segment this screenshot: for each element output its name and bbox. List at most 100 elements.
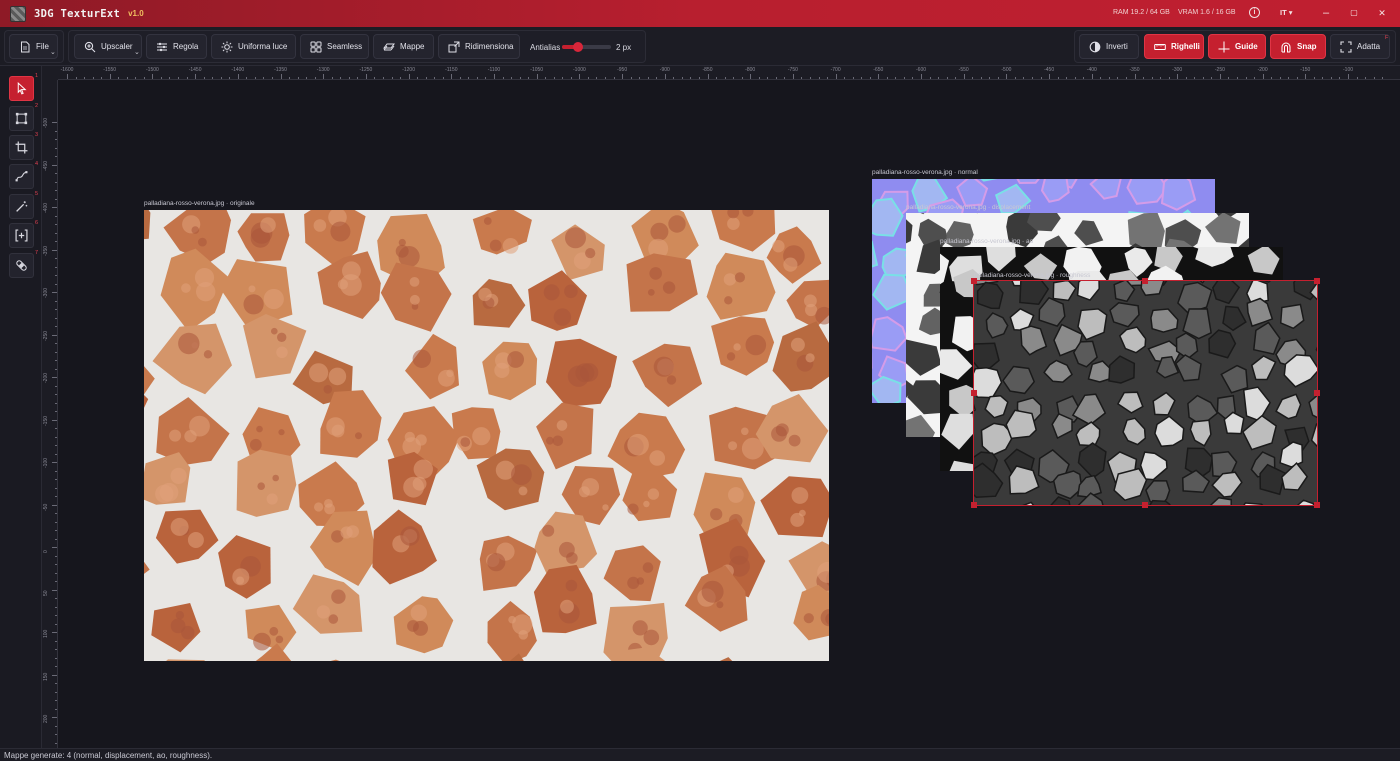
chevron-down-icon[interactable]: ⌄: [50, 48, 56, 56]
ruler-tick: [425, 77, 427, 79]
ruler-tick: [476, 77, 478, 79]
ruler-tick: [1356, 77, 1358, 79]
ruler-tick: [630, 77, 632, 79]
roughness-map-image: [974, 281, 1317, 505]
ruler-tick: [408, 74, 410, 79]
maximize-button[interactable]: ▢: [1346, 5, 1362, 21]
ruler-tick: [55, 564, 57, 565]
ruler-tick: [417, 77, 419, 79]
ruler-tick: [55, 275, 57, 276]
tool-fit[interactable]: 6: [9, 220, 38, 248]
ruler-tick: [553, 77, 555, 79]
ruler-tick: [55, 742, 57, 744]
ruler-tick: [972, 77, 974, 79]
uniforma-luce-button[interactable]: Uniforma luce: [211, 34, 296, 59]
resize-handle-bottom[interactable]: [1142, 502, 1148, 508]
ruler-tick: [1382, 77, 1384, 79]
ruler-tick: [280, 74, 282, 79]
ruler-tick: [340, 77, 342, 79]
tool-warp[interactable]: 4: [9, 161, 38, 189]
ruler-tick: [55, 428, 57, 429]
ruler-tick: [52, 504, 57, 506]
regola-button[interactable]: Regola: [146, 34, 207, 59]
workspace-canvas[interactable]: palladiana-rosso-verona.jpg · originale …: [58, 80, 1400, 748]
ruler-tick: [109, 74, 111, 79]
regola-label: Regola: [173, 42, 199, 51]
snap-toggle[interactable]: Snap: [1270, 34, 1326, 59]
resize-handle-top-right[interactable]: [1314, 278, 1320, 284]
seamless-button[interactable]: Seamless: [300, 34, 369, 59]
ruler-tick: [400, 77, 402, 79]
resize-handle-top-left[interactable]: [971, 278, 977, 284]
ruler-tick: [101, 77, 103, 79]
righelli-toggle[interactable]: Righelli: [1144, 34, 1204, 59]
ruler-tick: [1100, 77, 1102, 79]
ruler-tick: [938, 77, 940, 79]
tool-select[interactable]: 1: [9, 73, 38, 101]
ruler-tick: [55, 173, 57, 174]
ruler-tick: [271, 77, 273, 79]
ruler-tick: [55, 530, 57, 531]
original-texture-layer[interactable]: [144, 210, 829, 661]
ruler-tick: [55, 385, 57, 387]
ruler-tick: [52, 717, 57, 718]
info-icon[interactable]: i: [1249, 7, 1260, 18]
ruler-label: -300: [1172, 67, 1183, 73]
ruler-tick: [212, 77, 214, 79]
chevron-down-icon[interactable]: ⌄: [134, 48, 140, 56]
resize-icon: [448, 41, 460, 53]
ruler-tick: [52, 292, 57, 293]
ruler-tick: [570, 77, 572, 79]
ruler-tick: [52, 249, 57, 251]
horizontal-ruler[interactable]: -1600 -1550 -1500 -1450 -1400 -1350 -1300 -1250…: [58, 66, 1400, 80]
antialias-slider[interactable]: [562, 45, 611, 49]
inverti-button[interactable]: Inverti: [1079, 34, 1139, 59]
roughness-map-layer[interactable]: [973, 280, 1318, 506]
upscaler-button[interactable]: Upscaler: [74, 34, 142, 59]
ruler-tick: [55, 487, 57, 489]
ruler-tick: [391, 77, 393, 79]
ruler-tick: [135, 77, 137, 79]
ruler-tick: [451, 74, 453, 79]
tool-transform[interactable]: 2: [9, 103, 38, 131]
tool-magic-wand[interactable]: 5: [9, 191, 38, 219]
ruler-tick: [55, 640, 57, 642]
tool-patch[interactable]: 7: [9, 250, 38, 278]
adatta-button[interactable]: Adatta: [1330, 34, 1390, 59]
resize-handle-right[interactable]: [1314, 390, 1320, 396]
minimize-button[interactable]: –: [1318, 5, 1334, 21]
ruler-tick: [289, 77, 291, 79]
ruler-tick: [55, 700, 57, 701]
ruler-tick: [605, 77, 607, 79]
ruler-tick: [835, 74, 837, 79]
ruler-tick: [55, 623, 57, 625]
ruler-tick: [1271, 77, 1273, 79]
ruler-label: -350: [43, 245, 49, 256]
ruler-tick: [1143, 77, 1145, 79]
sun-icon: [221, 41, 233, 53]
normal-layer-caption: palladiana-rosso-verona.jpg · normal: [872, 169, 978, 176]
ruler-tick: [237, 74, 239, 79]
ruler-tick: [382, 77, 384, 79]
tool-shortcut-key: 1: [34, 73, 38, 79]
inverti-label: Inverti: [1106, 42, 1128, 51]
resize-handle-top[interactable]: [1142, 278, 1148, 284]
ridimensiona-button[interactable]: Ridimensiona: [438, 34, 520, 59]
mappe-button[interactable]: Mappe: [373, 34, 434, 59]
ruler-tick: [55, 606, 57, 608]
ruler-tick: [55, 283, 57, 285]
tool-crop[interactable]: 3: [9, 132, 38, 160]
close-window-button[interactable]: ✕: [1374, 5, 1390, 21]
resize-handle-bottom-left[interactable]: [971, 502, 977, 508]
resize-handle-left[interactable]: [971, 390, 977, 396]
vertical-ruler[interactable]: -500 -450 -400 -350 -300 -250 -200 -150 -100 -50 0…: [42, 80, 58, 748]
resize-handle-bottom-right[interactable]: [1314, 502, 1320, 508]
ruler-label: 200: [43, 714, 49, 723]
ruler-tick: [1254, 77, 1256, 79]
ruler-tick: [55, 734, 57, 735]
ruler-tick: [169, 77, 171, 79]
title-bar: 3DG TexturExt v1.0 RAM 19.2 / 64 GB VRAM…: [0, 0, 1400, 27]
language-select[interactable]: IT ▾: [1280, 8, 1293, 17]
guide-toggle[interactable]: Guide: [1208, 34, 1266, 59]
ruler-tick: [55, 411, 57, 412]
